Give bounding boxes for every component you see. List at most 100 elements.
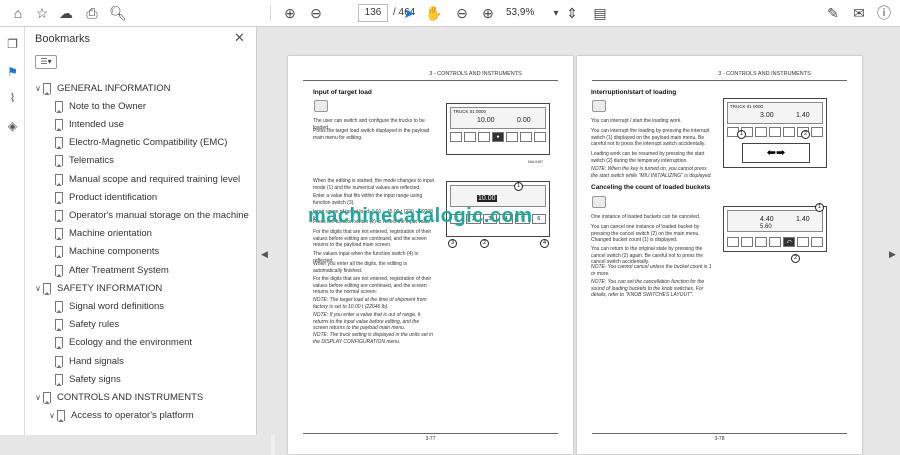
bookmark-icon	[55, 155, 63, 168]
layers-icon[interactable]: ◈	[5, 119, 20, 134]
lcd-digit-key: 6	[531, 214, 546, 224]
interrupt-icon	[592, 100, 606, 112]
bookmark-icon	[55, 209, 63, 222]
email-icon[interactable]: ✉	[849, 3, 869, 23]
bookmark-item[interactable]: Signal word definitions	[47, 297, 164, 315]
left-rail: ❐ ⚑ ⌇ ◈	[0, 27, 25, 435]
bookmark-item[interactable]: Telematics	[47, 152, 114, 170]
paragraph: Press the target load switch displayed i…	[313, 128, 430, 141]
bookmark-item[interactable]: After Treatment System	[47, 261, 169, 279]
page-header: 3 - CONTROLS AND INSTRUMENTS	[429, 71, 522, 77]
bookmark-item[interactable]: Electro-Magnetic Compatibility (EMC)	[47, 134, 227, 152]
bookmark-item[interactable]: Hand signals	[47, 352, 124, 370]
bookmark-icon	[55, 264, 63, 277]
pages-icon[interactable]: ❐	[5, 37, 20, 52]
target-load-switch: ●	[492, 132, 504, 142]
bookmark-item[interactable]: Machine orientation	[47, 225, 152, 243]
bookmark-options-icon[interactable]: ☰▾	[35, 55, 57, 69]
select-cursor-icon[interactable]: ➤	[399, 3, 419, 23]
paragraph: When you enter all the digits, the editi…	[313, 261, 407, 274]
bookmark-label: CONTROLS AND INSTRUMENTS	[57, 391, 204, 403]
callout-1: 1	[514, 182, 523, 191]
bookmark-item[interactable]: Note to the Owner	[47, 97, 146, 115]
note: NOTE: If you enter a value that is out o…	[313, 312, 421, 331]
bookmark-label: Electro-Magnetic Compatibility (EMC)	[69, 137, 228, 149]
help-icon[interactable]: ⓘ	[874, 3, 894, 23]
bookmark-label: Machine orientation	[69, 228, 152, 240]
bookmark-icon	[55, 337, 63, 350]
fit-page-icon[interactable]: ⇕	[562, 3, 582, 23]
attachments-icon[interactable]: ⌇	[5, 91, 20, 106]
page-header: 3 - CONTROLS AND INSTRUMENTS	[718, 71, 811, 77]
bookmark-label: Operator's manual storage on the machine	[69, 209, 249, 221]
callout-3: 3	[448, 239, 457, 248]
figure-ref: MAL0487	[528, 160, 543, 164]
bookmark-icon	[43, 391, 51, 404]
bookmark-item[interactable]: Ecology and the environment	[47, 334, 192, 352]
bookmark-section[interactable]: ∨ CONTROLS AND INSTRUMENTS	[33, 388, 203, 406]
callout-1: 1	[815, 203, 824, 212]
bookmark-item[interactable]: Operator's manual storage on the machine	[47, 206, 249, 224]
bookmark-label: GENERAL INFORMATION	[57, 82, 171, 94]
bookmark-label: Manual scope and required training level	[69, 173, 241, 185]
bookmark-item[interactable]: ∨ Access to operator's platform	[47, 407, 194, 425]
bookmark-item[interactable]: Machine components	[47, 243, 159, 261]
page-down-icon[interactable]: ⊖	[306, 3, 326, 23]
prev-page-icon[interactable]: ◀	[261, 249, 268, 260]
paragraph: Loading work can be resumed by pressing …	[591, 151, 705, 164]
toolbar: ⌂ ☆ ☁ ⎙ 🔍︎ ⊕ ⊖ 136 / 464 ➤ ✋ ⊖ ⊕ 53,9% ▾…	[0, 0, 900, 27]
bookmark-icon	[55, 228, 63, 241]
page-number-input[interactable]: 136	[358, 4, 388, 22]
bookmark-section[interactable]: ∨ SAFETY INFORMATION	[33, 279, 162, 297]
zoom-out-icon[interactable]: ⊖	[452, 3, 472, 23]
bookmark-label: Product identification	[69, 191, 158, 203]
chevron-down-icon[interactable]: ∨	[33, 84, 43, 93]
paragraph: When the editing is started, the mode ch…	[313, 178, 434, 191]
bookmark-section[interactable]: ∨ GENERAL INFORMATION	[33, 79, 170, 97]
bookmark-icon	[55, 100, 63, 113]
print-icon[interactable]: ⎙	[82, 3, 102, 23]
page-up-icon[interactable]: ⊕	[280, 3, 300, 23]
pdf-page-right: 3 - CONTROLS AND INSTRUMENTS Interruptio…	[577, 56, 862, 454]
cloud-upload-icon[interactable]: ☁	[56, 3, 76, 23]
bookmark-item[interactable]: Safety signs	[47, 370, 121, 388]
chevron-down-icon[interactable]: ∨	[33, 284, 43, 293]
bookmark-item[interactable]: Safety rules	[47, 316, 119, 334]
paragraph: For the digits that are not entered, reg…	[313, 276, 432, 295]
bookmark-label: Safety rules	[69, 319, 120, 331]
lcd-edit-value: 10.00	[477, 195, 497, 202]
close-icon[interactable]: ✕	[234, 30, 245, 46]
paragraph: You can interrupt the loading by pressin…	[591, 128, 710, 147]
lcd-value: 10.00	[477, 117, 495, 124]
home-icon[interactable]: ⌂	[8, 3, 28, 23]
bookmark-icon	[43, 82, 51, 95]
display-figure-cancel: 4.40 5.60 1.40 ⤺	[723, 206, 827, 252]
bookmark-item[interactable]: Intended use	[47, 115, 124, 133]
lcd-top-text: TRUCK 01 0000	[730, 104, 764, 109]
note: NOTE: You can set the cancellation funct…	[591, 279, 705, 298]
lcd-right-value: 1.40	[796, 216, 810, 223]
bookmark-item[interactable]: Product identification	[47, 188, 157, 206]
bookmark-icon	[57, 410, 65, 423]
bookmark-icon	[55, 373, 63, 386]
document-viewer[interactable]: ◀ ▶ 3 - CONTROLS AND INSTRUMENTS Input o…	[257, 27, 900, 454]
bookmarks-icon[interactable]: ⚑	[5, 65, 20, 80]
view-options-icon[interactable]: ▤	[590, 3, 610, 23]
zoom-in-icon[interactable]: ⊕	[478, 3, 498, 23]
chevron-down-icon[interactable]: ∨	[47, 411, 57, 420]
display-figure: TRUCK 01 0000 10.00 0.00 ●	[446, 103, 550, 155]
bookmark-label: Machine components	[69, 246, 160, 258]
bookmark-item[interactable]: Manual scope and required training level	[47, 170, 240, 188]
note: NOTE: When the key is turned on, you can…	[591, 166, 712, 179]
chevron-down-icon[interactable]: ∨	[33, 393, 43, 402]
bookmark-icon	[55, 319, 63, 332]
next-page-icon[interactable]: ▶	[889, 249, 896, 260]
paragraph: One instance of loaded buckets can be ca…	[591, 214, 701, 220]
hand-tool-icon[interactable]: ✋	[424, 3, 444, 23]
bookmark-star-icon[interactable]: ☆	[32, 3, 52, 23]
zoom-level[interactable]: 53,9%	[506, 7, 534, 18]
bookmark-icon	[55, 246, 63, 259]
search-icon[interactable]: 🔍︎	[108, 3, 128, 23]
note: NOTE: You cannot cancel unless the bucke…	[591, 264, 712, 277]
sign-icon[interactable]: ✎	[823, 3, 843, 23]
